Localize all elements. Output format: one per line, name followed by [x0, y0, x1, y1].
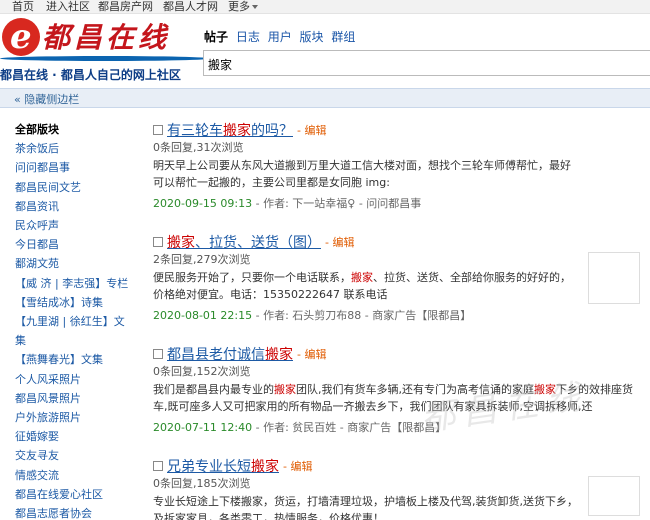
- post-title-post: 、拉货、送货（图）: [195, 235, 321, 251]
- nav-house[interactable]: 都昌房产网: [98, 0, 153, 13]
- tab-blogs[interactable]: 日志: [236, 30, 260, 44]
- post-header: 兄弟专业长短搬家 - 编辑: [153, 456, 640, 475]
- edit-link[interactable]: - 编辑: [297, 124, 326, 137]
- post-item: 兄弟专业长短搬家 - 编辑 0条回复,185次浏览 专业长短途上下楼搬家，货运，打…: [153, 456, 640, 520]
- sidebar-toggle-bar: « 隐藏侧边栏: [0, 88, 650, 108]
- post-excerpt: 专业长短途上下楼搬家，货运，打墙清理垃圾，护墙板上楼及代驾,装货卸货,送货下乡，…: [153, 495, 578, 520]
- sidebar-item[interactable]: 都昌民间文艺: [15, 178, 135, 197]
- post-title-link[interactable]: 有三轮车搬家的吗？: [167, 123, 293, 139]
- sidebar-item[interactable]: 情感交流: [15, 466, 135, 485]
- nav-home[interactable]: 首页: [12, 0, 34, 13]
- sidebar-item[interactable]: 【威 济 | 李志强】专栏: [15, 274, 135, 293]
- post-title-pre: 有三轮车: [167, 123, 223, 139]
- post-author-forum: - 作者: 下一站幸福♀ - 问问都昌事: [252, 197, 422, 210]
- post-title-highlight: 搬家: [167, 235, 195, 251]
- post-title-highlight: 搬家: [251, 459, 279, 475]
- sidebar-item[interactable]: 都昌在线爱心社区: [15, 485, 135, 504]
- post-title-highlight: 搬家: [265, 347, 293, 363]
- post-title-link[interactable]: 兄弟专业长短搬家: [167, 459, 279, 475]
- sidebar-item-all[interactable]: 全部版块: [15, 120, 135, 139]
- sidebar-item[interactable]: 都昌风景照片: [15, 389, 135, 408]
- sidebar-item[interactable]: 交友寻友: [15, 446, 135, 465]
- post-checkbox[interactable]: [153, 237, 163, 247]
- excerpt-highlight: 搬家: [351, 271, 373, 284]
- sidebar-item[interactable]: 都昌志愿者协会: [15, 504, 135, 520]
- post-thumbnail[interactable]: [588, 252, 640, 304]
- tab-groups[interactable]: 群组: [331, 30, 355, 44]
- hide-sidebar-link[interactable]: « 隐藏侧边栏: [14, 91, 79, 107]
- post-date: 2020-07-11 12:40: [153, 421, 253, 434]
- search-input[interactable]: 搬家: [203, 50, 650, 76]
- post-header: 有三轮车搬家的吗？ - 编辑: [153, 120, 640, 139]
- post-author-forum: - 作者: 石头剪刀布88 - 商家广告【限都昌】: [252, 309, 472, 322]
- edit-link[interactable]: - 编辑: [325, 236, 354, 249]
- sidebar-item[interactable]: 问问都昌事: [15, 158, 135, 177]
- site-slogan: 都昌在线 · 都昌人自己的网上社区: [0, 68, 181, 82]
- post-excerpt: 明天早上公司要从东风大道搬到万里大道工信大楼对面，想找个三轮车师傅帮忙，最好可以…: [153, 159, 571, 189]
- nav-more[interactable]: 更多: [228, 0, 258, 13]
- post-title-highlight: 搬家: [223, 123, 251, 139]
- search-tabs: 帖子 日志 用户 版块 群组: [204, 28, 359, 45]
- post-checkbox[interactable]: [153, 349, 163, 359]
- logo-letter: e: [10, 17, 32, 57]
- sidebar-item[interactable]: 今日都昌: [15, 235, 135, 254]
- post-title-post: 的吗？: [251, 123, 293, 139]
- post-checkbox[interactable]: [153, 461, 163, 471]
- edit-link[interactable]: - 编辑: [297, 348, 326, 361]
- post-item: 有三轮车搬家的吗？ - 编辑 0条回复,31次浏览 明天早上公司要从东风大道搬到万…: [153, 120, 640, 211]
- post-date: 2020-08-01 22:15: [153, 309, 253, 322]
- sidebar-item[interactable]: 【雪结成冰】诗集: [15, 293, 135, 312]
- post-meta: 2020-07-11 12:40 - 作者: 贫民百姓 - 商家广告【限都昌】: [153, 419, 640, 435]
- post-title-link[interactable]: 搬家、拉货、送货（图）: [167, 235, 321, 251]
- site-header: e 都昌在线 都昌在线 · 都昌人自己的网上社区 帖子 日志 用户 版块 群组 …: [0, 14, 650, 84]
- post-stats: 0条回复,31次浏览: [153, 141, 244, 154]
- edit-link[interactable]: - 编辑: [283, 460, 312, 473]
- post-title-pre: 兄弟专业长短: [167, 459, 251, 475]
- sidebar-item[interactable]: 民众呼声: [15, 216, 135, 235]
- post-title-link[interactable]: 都昌县老付诚信搬家: [167, 347, 293, 363]
- post-author-forum: - 作者: 贫民百姓 - 商家广告【限都昌】: [252, 421, 447, 434]
- post-date: 2020-09-15 09:13: [153, 197, 253, 210]
- post-checkbox[interactable]: [153, 125, 163, 135]
- tab-forums[interactable]: 版块: [300, 30, 324, 44]
- post-item: 搬家、拉货、送货（图） - 编辑 2条回复,279次浏览 便民服务开始了，只要你一…: [153, 232, 640, 323]
- post-header: 搬家、拉货、送货（图） - 编辑: [153, 232, 640, 251]
- post-excerpt: 便民服务开始了，只要你一个电话联系，搬家、拉货、送货、全部给你服务的好好的，价格…: [153, 269, 578, 303]
- nav-community[interactable]: 进入社区: [46, 0, 90, 13]
- excerpt-highlight: 搬家: [274, 383, 296, 396]
- sidebar: 全部版块 茶余饭后 问问都昌事 都昌民间文艺 都昌资讯 民众呼声 今日都昌 鄱湖…: [15, 120, 135, 520]
- tab-posts[interactable]: 帖子: [204, 30, 228, 44]
- post-title-pre: 都昌县老付诚信: [167, 347, 265, 363]
- sidebar-item[interactable]: 【九里湖 | 徐红生】文集: [15, 312, 125, 350]
- sidebar-item[interactable]: 茶余饭后: [15, 139, 135, 158]
- sidebar-item[interactable]: 【燕舞春光】文集: [15, 350, 135, 369]
- top-nav: 首页 进入社区 都昌房产网 都昌人才网 更多: [0, 0, 650, 14]
- sidebar-item[interactable]: 征婚嫁娶: [15, 427, 135, 446]
- logo-wave: [0, 56, 210, 61]
- sidebar-item[interactable]: 都昌资讯: [15, 197, 135, 216]
- tab-users[interactable]: 用户: [268, 30, 292, 44]
- post-thumbnail[interactable]: [588, 476, 640, 516]
- excerpt-text: 我们是都昌县内最专业的: [153, 383, 274, 396]
- post-stats: 0条回复,185次浏览: [153, 477, 251, 490]
- post-meta: 2020-08-01 22:15 - 作者: 石头剪刀布88 - 商家广告【限都…: [153, 307, 640, 323]
- post-stats: 2条回复,279次浏览: [153, 253, 251, 266]
- post-meta: 2020-09-15 09:13 - 作者: 下一站幸福♀ - 问问都昌事: [153, 195, 640, 211]
- nav-jobs[interactable]: 都昌人才网: [163, 0, 218, 13]
- nav-more-label: 更多: [228, 0, 250, 13]
- chevron-down-icon: [252, 5, 258, 9]
- post-header: 都昌县老付诚信搬家 - 编辑: [153, 344, 640, 363]
- sidebar-item[interactable]: 户外旅游照片: [15, 408, 135, 427]
- logo-text[interactable]: 都昌在线: [42, 22, 170, 54]
- excerpt-text: 便民服务开始了，只要你一个电话联系，: [153, 271, 351, 284]
- sidebar-item[interactable]: 鄱湖文苑: [15, 254, 135, 273]
- sidebar-item[interactable]: 个人风采照片: [15, 370, 135, 389]
